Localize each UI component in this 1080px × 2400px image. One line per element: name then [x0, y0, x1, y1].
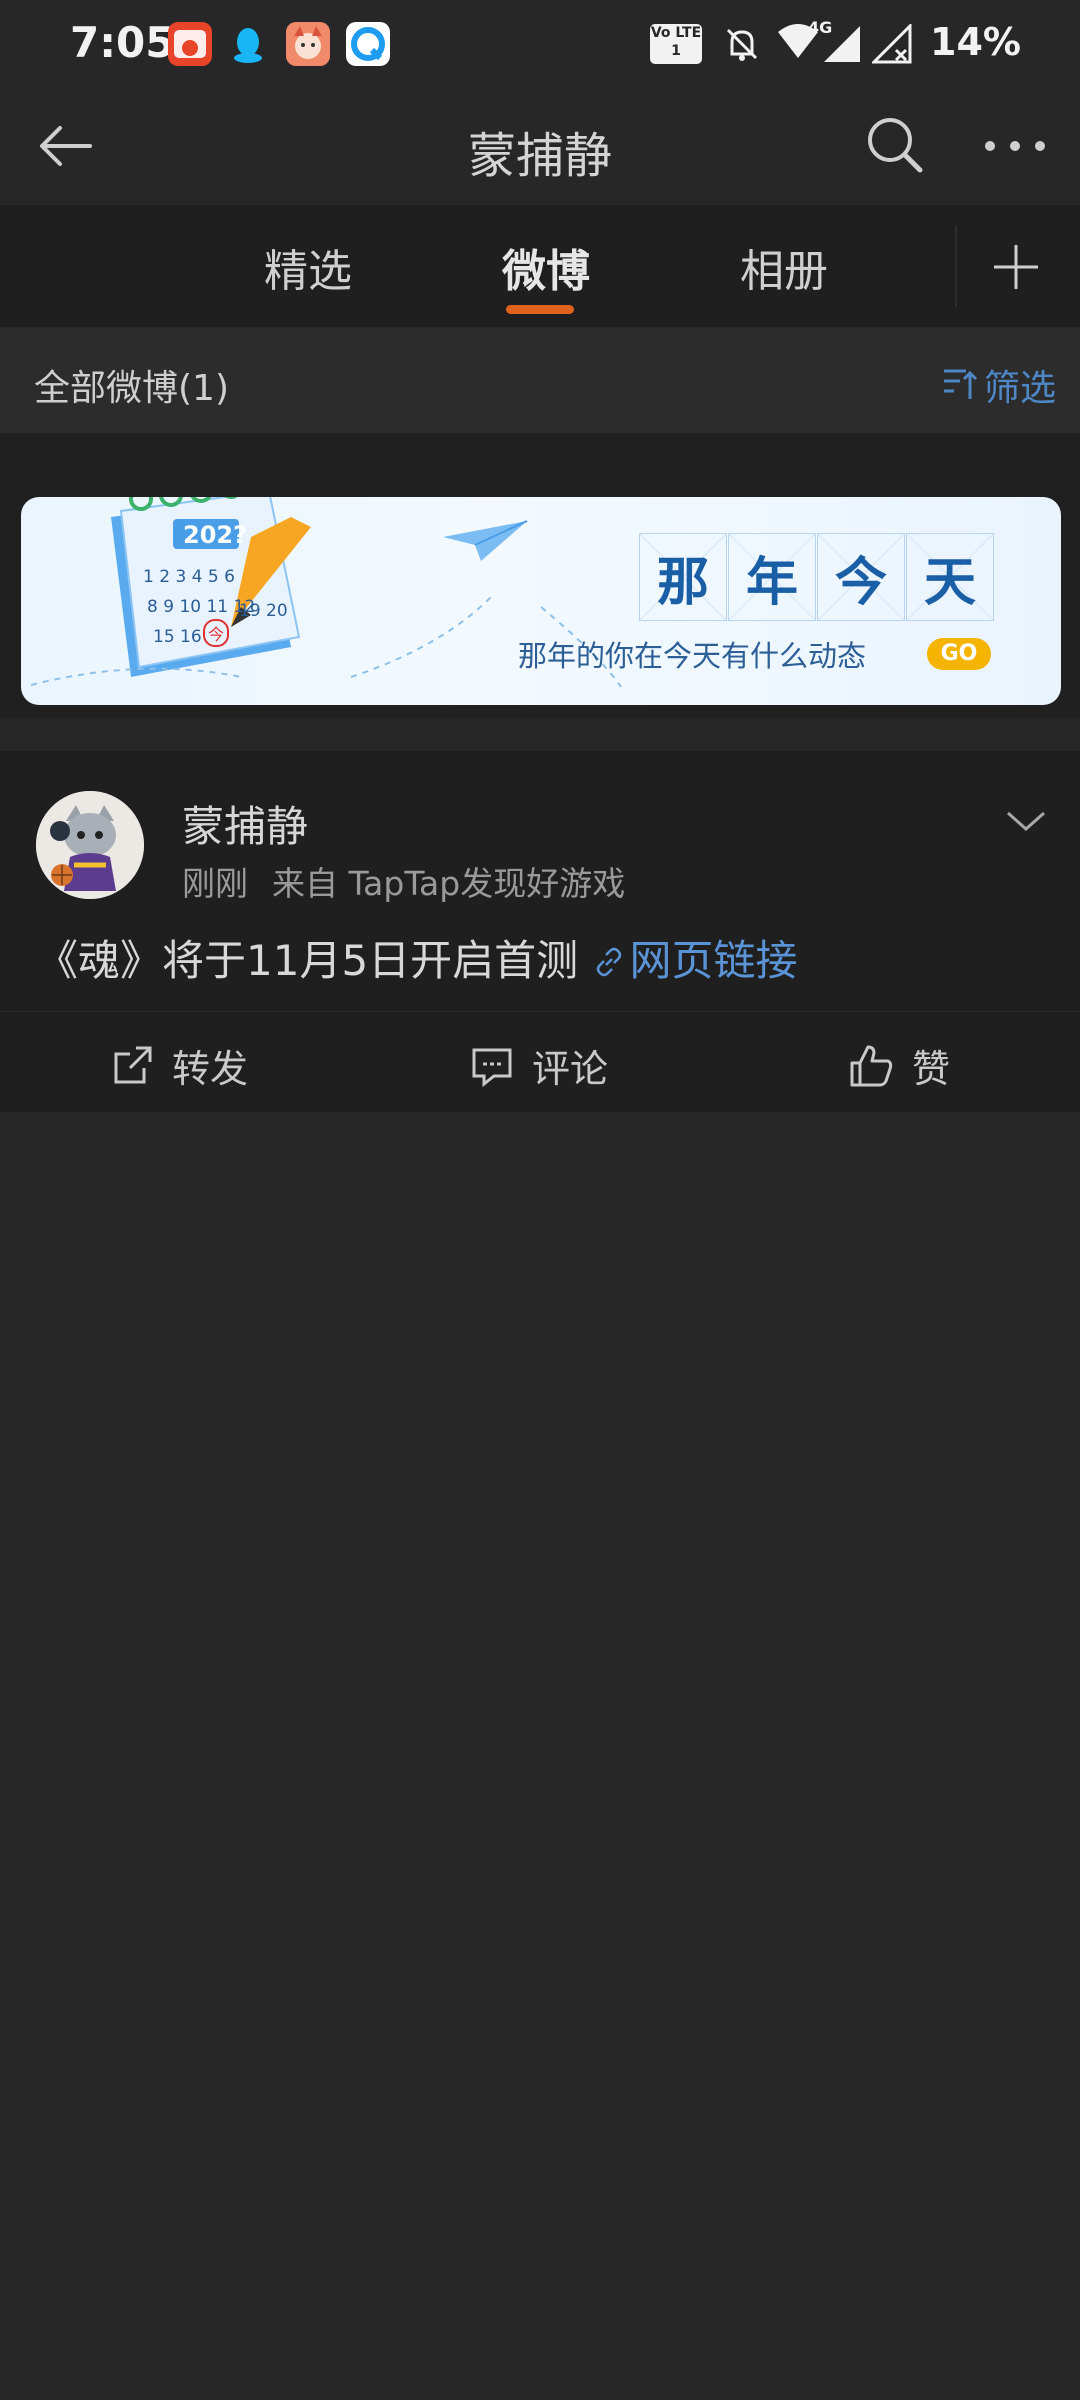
- banner-title-char: 年: [728, 533, 816, 621]
- post-author[interactable]: 蒙捕静: [182, 793, 308, 854]
- ecommerce-app-icon: [168, 22, 212, 66]
- thumbs-up-icon: [850, 1045, 893, 1086]
- sort-filter-icon[interactable]: [940, 363, 980, 403]
- comment-label: 评论: [532, 1047, 609, 1091]
- title-bar: 蒙捕静: [0, 90, 1080, 205]
- post-body: 《魂》将于11月5日开启首测 网页链接: [36, 927, 798, 988]
- banner-title-char: 那: [639, 533, 727, 621]
- post-time: 刚刚: [182, 864, 248, 903]
- post-meta: 刚刚 来自 TapTap发现好游戏: [182, 857, 649, 905]
- plus-icon[interactable]: [990, 241, 1042, 293]
- post-card[interactable]: 蒙捕静 刚刚 来自 TapTap发现好游戏 《魂》将于11月5日开启首测 网页链接: [0, 751, 1080, 1011]
- banner-subtitle: 那年的你在今天有什么动态: [518, 639, 867, 673]
- tab-featured[interactable]: 精选: [264, 235, 352, 299]
- banner-title-char: 天: [906, 533, 994, 621]
- go-button[interactable]: GO: [927, 638, 991, 670]
- clock: 7:05: [70, 18, 175, 67]
- signal-icon: [822, 24, 862, 68]
- post-source[interactable]: 来自 TapTap发现好游戏: [272, 864, 625, 903]
- search-icon[interactable]: [862, 112, 926, 176]
- like-label: 赞: [912, 1047, 951, 1091]
- tab-album[interactable]: 相册: [740, 235, 828, 299]
- post-actions: 转发 评论 赞: [0, 1011, 1080, 1112]
- paper-plane-icon: [441, 517, 531, 571]
- banner-area: 202? 1 2 3 4 5 6 8 9 10 11 12 15 16 今 19…: [0, 433, 1080, 719]
- calendar-year: 202?: [183, 521, 248, 549]
- filter-row: 全部微博(1) 筛选: [0, 327, 1080, 433]
- no-signal-icon: [870, 22, 912, 68]
- status-bar: 7:05 Vo LTE 1 4G 14%: [0, 0, 1080, 90]
- profile-tabs: 精选 微博 相册: [0, 205, 1080, 327]
- banner-title: 那 年 今 天: [639, 533, 995, 621]
- wifi-icon: 4G: [776, 18, 832, 66]
- link-icon: [596, 947, 621, 977]
- on-this-day-banner[interactable]: 202? 1 2 3 4 5 6 8 9 10 11 12 15 16 今 19…: [21, 497, 1061, 705]
- all-posts-count: 全部微博(1): [34, 368, 229, 409]
- anime-app-icon: [286, 22, 330, 66]
- qq-browser-icon: [346, 22, 390, 66]
- tab-weibo[interactable]: 微博: [502, 235, 590, 299]
- repost-icon: [114, 1046, 152, 1083]
- web-link-label[interactable]: 网页链接: [630, 936, 798, 985]
- like-button[interactable]: 赞: [848, 1038, 950, 1093]
- mute-bell-icon: [722, 24, 762, 68]
- comment-button[interactable]: 评论: [470, 1038, 608, 1093]
- repost-button[interactable]: 转发: [110, 1038, 248, 1093]
- filter-button[interactable]: 筛选: [984, 359, 1056, 411]
- more-icon[interactable]: [980, 126, 1050, 166]
- volte-icon: Vo LTE 1: [650, 24, 702, 64]
- battery-percent: 14%: [930, 20, 1021, 64]
- post-text: 《魂》将于11月5日开启首测: [36, 936, 592, 985]
- banner-title-char: 今: [817, 533, 905, 621]
- qq-penguin-icon: [226, 22, 270, 66]
- web-link[interactable]: 网页链接: [592, 936, 798, 985]
- avatar[interactable]: [36, 791, 144, 899]
- repost-label: 转发: [172, 1047, 249, 1091]
- chevron-down-icon[interactable]: [1006, 801, 1046, 841]
- tab-divider: [955, 225, 957, 307]
- section-gap: [0, 719, 1080, 751]
- comment-icon: [472, 1048, 512, 1087]
- active-tab-indicator: [506, 305, 574, 314]
